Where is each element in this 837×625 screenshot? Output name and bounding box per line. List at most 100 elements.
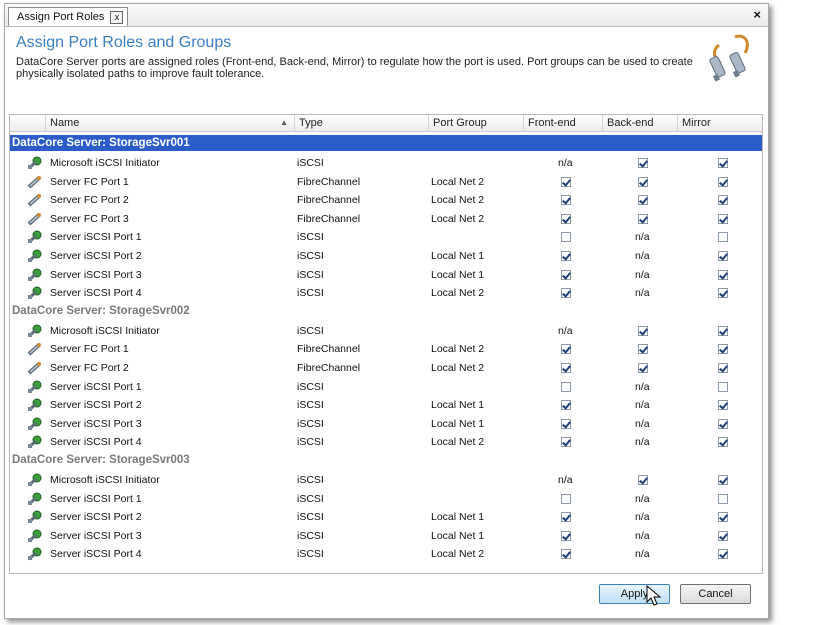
mirror-checkbox[interactable]	[718, 437, 728, 448]
port-row[interactable]: Server iSCSI Port 1 iSCSI n/a	[10, 490, 762, 508]
mirror-checkbox[interactable]	[718, 530, 728, 541]
tab-assign-port-roles[interactable]: Assign Port Roles x	[8, 7, 129, 26]
port-row[interactable]: Server FC Port 1 FibreChannel Local Net 2	[10, 173, 762, 191]
port-row[interactable]: Server iSCSI Port 3 iSCSI Local Net 1 n/a	[10, 415, 762, 433]
port-row[interactable]: Server iSCSI Port 3 iSCSI Local Net 1 n/a	[10, 266, 762, 284]
front-checkbox[interactable]	[561, 269, 571, 280]
front-checkbox[interactable]	[561, 344, 571, 355]
back-cell	[638, 154, 648, 172]
mirror-checkbox[interactable]	[718, 549, 728, 560]
back-checkbox[interactable]	[638, 344, 648, 355]
back-checkbox[interactable]	[638, 475, 648, 485]
port-row[interactable]: Server iSCSI Port 1 iSCSI n/a	[10, 228, 762, 246]
server-group-header[interactable]: DataCore Server: StorageSvr001	[10, 135, 762, 151]
port-group[interactable]: Local Net 2	[431, 359, 484, 377]
port-group[interactable]: Local Net 1	[431, 527, 484, 545]
port-row[interactable]: Server FC Port 1 FibreChannel Local Net 2	[10, 340, 762, 358]
column-header-type[interactable]: Type	[295, 115, 429, 131]
mirror-checkbox[interactable]	[718, 269, 728, 280]
server-group-header[interactable]: DataCore Server: StorageSvr002	[10, 303, 762, 319]
mirror-checkbox[interactable]	[718, 418, 728, 429]
mirror-checkbox[interactable]	[718, 195, 728, 206]
back-checkbox[interactable]	[638, 325, 648, 336]
port-row[interactable]: Server FC Port 3 FibreChannel Local Net 2	[10, 210, 762, 228]
port-group[interactable]: Local Net 1	[431, 415, 484, 433]
port-row[interactable]: Server iSCSI Port 2 iSCSI Local Net 1 n/a	[10, 396, 762, 414]
mirror-checkbox[interactable]	[718, 288, 728, 299]
mirror-checkbox[interactable]	[718, 158, 728, 168]
port-row[interactable]: Server iSCSI Port 2 iSCSI Local Net 1 n/a	[10, 508, 762, 526]
front-checkbox[interactable]	[561, 400, 571, 411]
port-group[interactable]: Local Net 1	[431, 396, 484, 414]
back-checkbox[interactable]	[638, 213, 648, 224]
port-row[interactable]: Server FC Port 2 FibreChannel Local Net 2	[10, 359, 762, 377]
front-na-text: n/a	[558, 474, 573, 486]
cancel-button[interactable]: Cancel	[680, 584, 751, 604]
front-checkbox[interactable]	[561, 418, 571, 429]
front-checkbox[interactable]	[561, 176, 571, 187]
mirror-checkbox[interactable]	[718, 381, 728, 392]
port-row[interactable]: Microsoft iSCSI Initiator iSCSI n/a	[10, 154, 762, 172]
mirror-checkbox[interactable]	[718, 213, 728, 224]
port-row[interactable]: Server iSCSI Port 4 iSCSI Local Net 2 n/a	[10, 284, 762, 302]
port-row[interactable]: Server iSCSI Port 4 iSCSI Local Net 2 n/a	[10, 545, 762, 563]
front-checkbox[interactable]	[561, 251, 571, 261]
front-checkbox[interactable]	[561, 549, 571, 560]
port-row[interactable]: Server FC Port 2 FibreChannel Local Net 2	[10, 191, 762, 209]
mirror-checkbox[interactable]	[718, 475, 728, 485]
column-header-name[interactable]: Name ▲	[46, 115, 295, 131]
server-group-header[interactable]: DataCore Server: StorageSvr003	[10, 452, 762, 468]
column-header-front-end[interactable]: Front-end	[524, 115, 603, 131]
back-cell: n/a	[635, 378, 650, 396]
iscsi-port-icon	[27, 398, 42, 412]
mirror-checkbox[interactable]	[718, 325, 728, 336]
front-checkbox[interactable]	[561, 195, 571, 206]
front-checkbox[interactable]	[561, 437, 571, 448]
port-group[interactable]: Local Net 1	[431, 247, 484, 265]
front-checkbox[interactable]	[561, 493, 571, 504]
column-header-back-end[interactable]: Back-end	[603, 115, 678, 131]
port-row[interactable]: Microsoft iSCSI Initiator iSCSI n/a	[10, 471, 762, 489]
port-group[interactable]: Local Net 2	[431, 340, 484, 358]
front-cell	[561, 340, 571, 358]
mirror-checkbox[interactable]	[718, 344, 728, 355]
port-group[interactable]: Local Net 2	[431, 545, 484, 563]
port-group[interactable]: Local Net 2	[431, 284, 484, 302]
front-checkbox[interactable]	[561, 512, 571, 523]
port-group[interactable]: Local Net 2	[431, 210, 484, 228]
window-close-icon[interactable]: ×	[753, 7, 761, 22]
front-cell: n/a	[558, 154, 573, 172]
port-group[interactable]: Local Net 2	[431, 173, 484, 191]
front-checkbox[interactable]	[561, 288, 571, 299]
back-checkbox[interactable]	[638, 195, 648, 206]
port-row[interactable]: Server iSCSI Port 3 iSCSI Local Net 1 n/a	[10, 527, 762, 545]
back-checkbox[interactable]	[638, 363, 648, 373]
port-group[interactable]: Local Net 1	[431, 266, 484, 284]
mirror-checkbox[interactable]	[718, 251, 728, 261]
mirror-checkbox[interactable]	[718, 400, 728, 411]
front-cell	[561, 173, 571, 191]
port-group[interactable]: Local Net 2	[431, 191, 484, 209]
back-checkbox[interactable]	[638, 176, 648, 187]
port-group[interactable]: Local Net 2	[431, 433, 484, 451]
front-checkbox[interactable]	[561, 530, 571, 541]
mirror-checkbox[interactable]	[718, 512, 728, 523]
mirror-checkbox[interactable]	[718, 363, 728, 373]
front-checkbox[interactable]	[561, 363, 571, 373]
mirror-checkbox[interactable]	[718, 176, 728, 187]
back-cell	[638, 340, 648, 358]
column-header-port-group[interactable]: Port Group	[429, 115, 524, 131]
port-row[interactable]: Microsoft iSCSI Initiator iSCSI n/a	[10, 322, 762, 340]
port-group[interactable]: Local Net 1	[431, 508, 484, 526]
front-checkbox[interactable]	[561, 213, 571, 224]
port-row[interactable]: Server iSCSI Port 2 iSCSI Local Net 1 n/a	[10, 247, 762, 265]
tab-close-icon[interactable]: x	[110, 10, 124, 24]
column-header-mirror[interactable]: Mirror	[678, 115, 762, 131]
port-row[interactable]: Server iSCSI Port 1 iSCSI n/a	[10, 378, 762, 396]
mirror-checkbox[interactable]	[718, 232, 728, 243]
mirror-checkbox[interactable]	[718, 493, 728, 504]
port-row[interactable]: Server iSCSI Port 4 iSCSI Local Net 2 n/a	[10, 433, 762, 451]
front-checkbox[interactable]	[561, 232, 571, 243]
back-checkbox[interactable]	[638, 158, 648, 168]
front-checkbox[interactable]	[561, 381, 571, 392]
